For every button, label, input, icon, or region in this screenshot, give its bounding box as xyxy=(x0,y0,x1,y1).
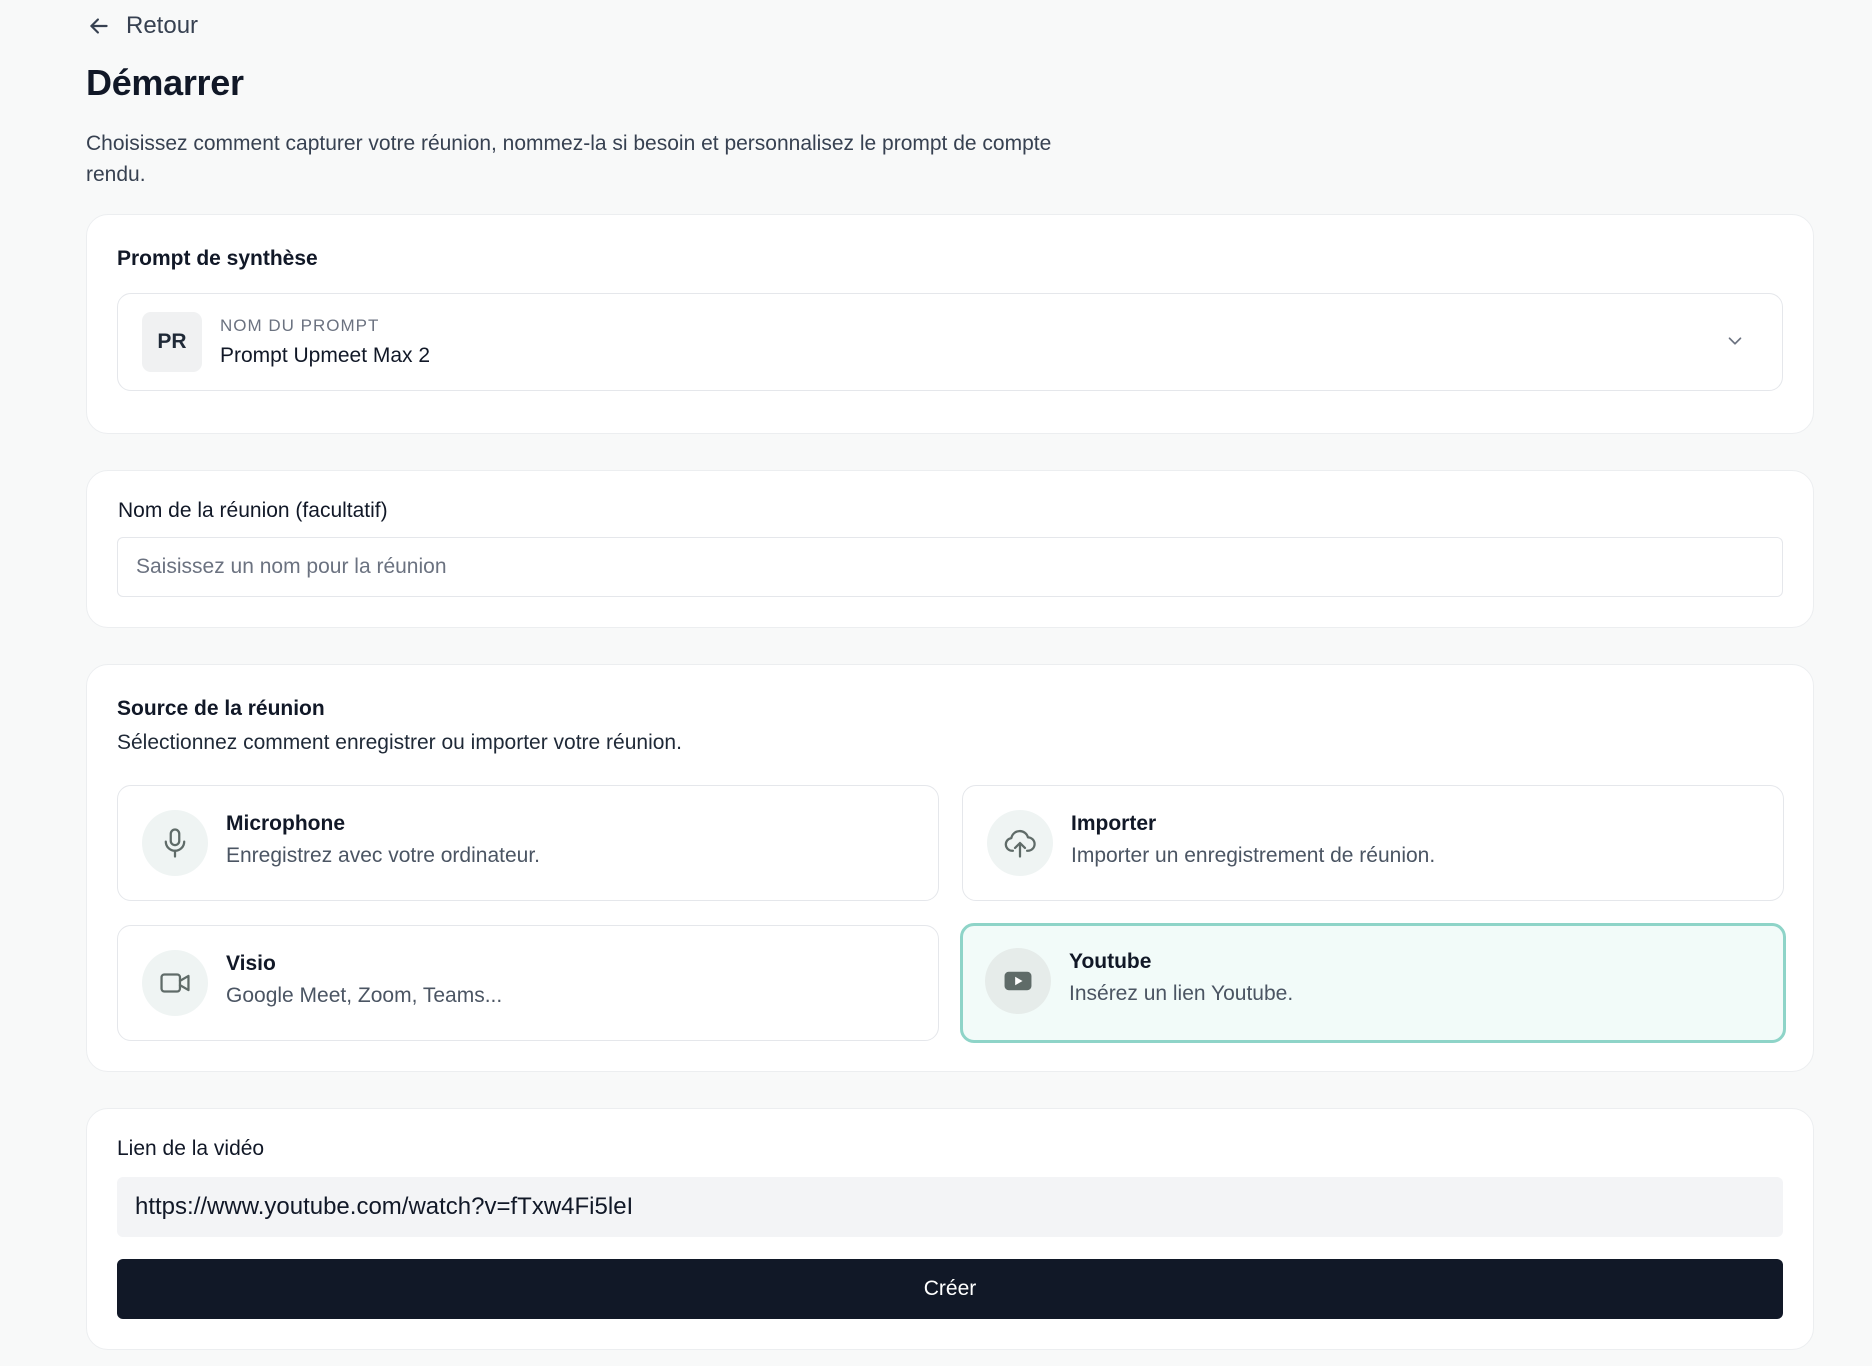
video-link-input[interactable] xyxy=(117,1177,1783,1237)
option-title: Visio xyxy=(226,952,276,975)
prompt-card: Prompt de synthèse PR NOM DU PROMPT Prom… xyxy=(86,214,1814,434)
source-section-description: Sélectionnez comment enregistrer ou impo… xyxy=(117,731,682,754)
page-title: Démarrer xyxy=(86,62,244,103)
option-title: Youtube xyxy=(1069,950,1152,973)
start-page: Retour Démarrer Choisissez comment captu… xyxy=(0,0,1872,1366)
source-option-visio[interactable]: Visio Google Meet, Zoom, Teams... xyxy=(117,925,939,1041)
back-label: Retour xyxy=(126,12,199,39)
option-subtitle: Importer un enregistrement de réunion. xyxy=(1071,844,1436,867)
meeting-source-card: Source de la réunion Sélectionnez commen… xyxy=(86,664,1814,1072)
option-subtitle: Enregistrez avec votre ordinateur. xyxy=(226,844,540,867)
source-option-youtube[interactable]: Youtube Insérez un lien Youtube. xyxy=(960,923,1786,1043)
meeting-name-input[interactable] xyxy=(117,537,1783,597)
cloud-upload-icon xyxy=(987,810,1053,876)
prompt-caption: NOM DU PROMPT xyxy=(220,316,380,335)
prompt-avatar: PR xyxy=(142,312,202,372)
option-title: Microphone xyxy=(226,812,345,835)
create-button[interactable]: Créer xyxy=(117,1259,1783,1319)
source-option-import[interactable]: Importer Importer un enregistrement de r… xyxy=(962,785,1784,901)
arrow-left-icon xyxy=(90,18,108,34)
chevron-down-icon xyxy=(1728,337,1742,345)
meeting-name-card: Nom de la réunion (facultatif) xyxy=(86,470,1814,628)
option-title: Importer xyxy=(1071,812,1157,835)
source-option-microphone[interactable]: Microphone Enregistrez avec votre ordina… xyxy=(117,785,939,901)
option-subtitle: Google Meet, Zoom, Teams... xyxy=(226,984,503,1007)
back-link[interactable]: Retour xyxy=(86,12,198,40)
video-camera-icon xyxy=(142,950,208,1016)
youtube-icon xyxy=(985,948,1051,1014)
video-link-card: Lien de la vidéo Créer xyxy=(86,1108,1814,1350)
meeting-name-label: Nom de la réunion (facultatif) xyxy=(118,499,388,522)
microphone-icon xyxy=(142,810,208,876)
page-description: Choisissez comment capturer votre réunio… xyxy=(86,132,1052,186)
prompt-selected-value: Prompt Upmeet Max 2 xyxy=(220,344,431,367)
prompt-section-title: Prompt de synthèse xyxy=(117,247,318,270)
source-section-title: Source de la réunion xyxy=(117,697,325,720)
prompt-select[interactable]: PR NOM DU PROMPT Prompt Upmeet Max 2 xyxy=(117,293,1783,391)
video-link-label: Lien de la vidéo xyxy=(117,1137,265,1160)
option-subtitle: Insérez un lien Youtube. xyxy=(1069,982,1294,1005)
